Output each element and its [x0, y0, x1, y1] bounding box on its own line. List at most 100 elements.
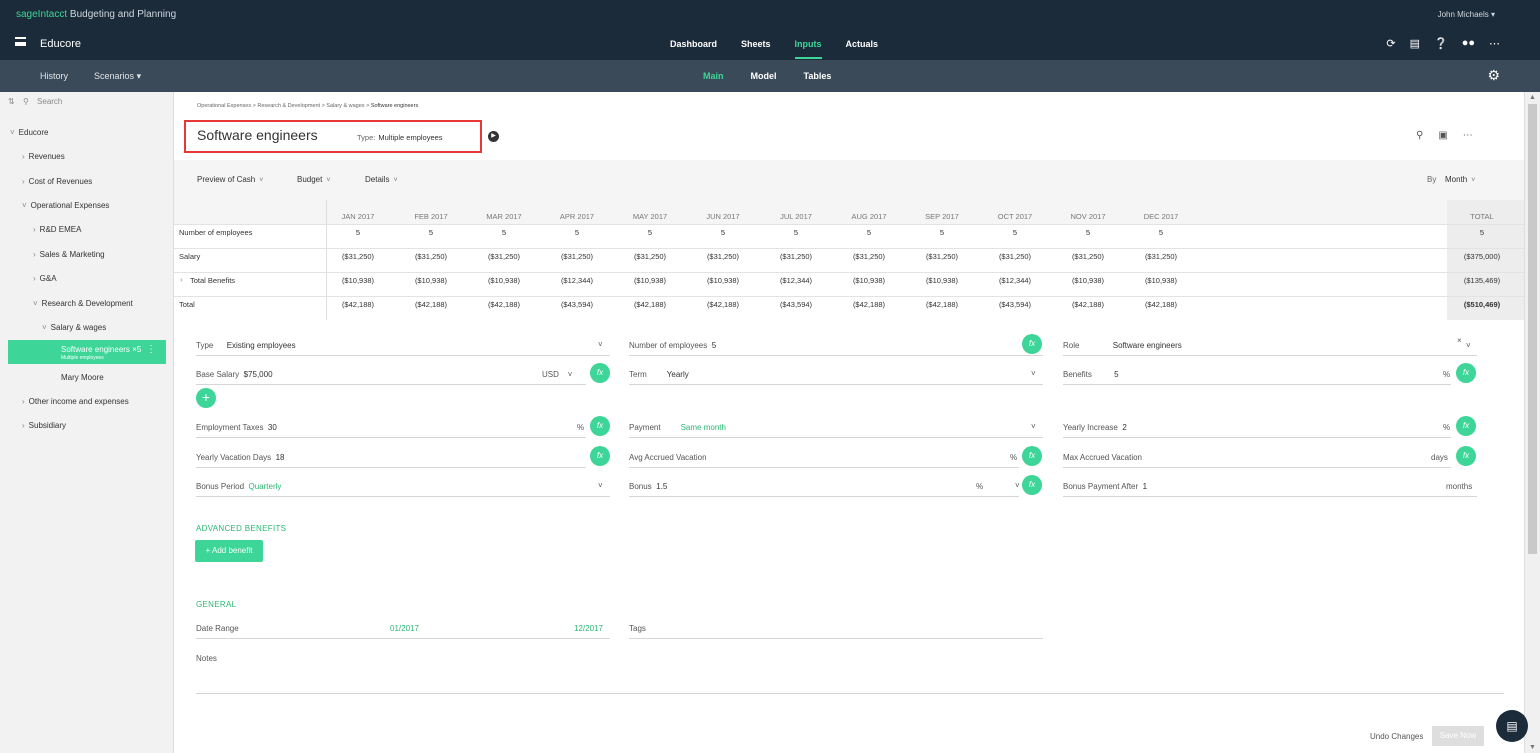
grid-cell[interactable]: ($31,250)	[985, 252, 1045, 261]
sidebar-item-subsidiary[interactable]: › Subsidiary	[22, 421, 66, 430]
sidebar-item-other-income[interactable]: › Other income and expenses	[22, 397, 129, 406]
grid-cell[interactable]: ($31,250)	[474, 252, 534, 261]
sidebar-item-cost-of-revenues[interactable]: › Cost of Revenues	[22, 177, 92, 186]
sidebar-item-salary-wages[interactable]: ˅ Salary & wages	[42, 323, 106, 332]
grid-cell[interactable]: 5	[1058, 228, 1118, 237]
grid-cell[interactable]: ($31,250)	[693, 252, 753, 261]
sync-icon[interactable]: ⟳	[1386, 37, 1395, 50]
max-accrued-vacation-field[interactable]: Max Accrued Vacation	[1063, 453, 1142, 462]
help-icon[interactable]: ❔	[1434, 37, 1448, 50]
benefits-field[interactable]: Benefits 5	[1063, 370, 1119, 379]
formula-button[interactable]: fx	[590, 416, 610, 436]
date-to-input[interactable]: 12/2017	[574, 624, 603, 633]
chevron-down-icon[interactable]: ˅	[598, 481, 603, 490]
grid-cell[interactable]: 5	[401, 228, 461, 237]
grid-cell[interactable]: ($42,188)	[912, 300, 972, 309]
grid-cell[interactable]: ($31,250)	[839, 252, 899, 261]
chevron-down-icon[interactable]: ˅	[1031, 422, 1036, 431]
grid-cell[interactable]: ($43,594)	[766, 300, 826, 309]
grid-cell[interactable]: 5	[839, 228, 899, 237]
tags-field[interactable]: Tags	[629, 624, 646, 633]
formula-button[interactable]: fx	[1022, 334, 1042, 354]
type-field[interactable]: Type Existing employees	[196, 341, 296, 350]
sidebar-item-ga[interactable]: › G&A	[33, 274, 57, 283]
budget-dropdown[interactable]: Budget ˅	[297, 175, 330, 184]
grid-cell[interactable]: ($10,938)	[1131, 276, 1191, 285]
grid-cell[interactable]: ($42,188)	[1058, 300, 1118, 309]
hamburger-menu-icon[interactable]	[15, 37, 26, 46]
grid-cell[interactable]: ($43,594)	[547, 300, 607, 309]
base-salary-field[interactable]: Base Salary $75,000	[196, 370, 273, 379]
chevron-down-icon[interactable]: ˅	[1031, 369, 1036, 378]
num-employees-field[interactable]: Number of employees 5	[629, 341, 716, 350]
sidebar-item-sales-marketing[interactable]: › Sales & Marketing	[33, 250, 105, 259]
grid-cell[interactable]: ($12,344)	[766, 276, 826, 285]
formula-button[interactable]: fx	[1456, 416, 1476, 436]
kebab-menu-icon[interactable]: ⋮	[146, 344, 156, 355]
page-title[interactable]: Software engineers	[197, 127, 318, 143]
formula-button[interactable]: fx	[1022, 446, 1042, 466]
grid-cell[interactable]: ($31,250)	[328, 252, 388, 261]
grid-cell[interactable]: 5	[693, 228, 753, 237]
sidebar-item-software-engineers[interactable]: Software engineers ×5 Multiple employees…	[8, 340, 166, 364]
undo-changes-button[interactable]: Undo Changes	[1370, 732, 1423, 741]
payment-field[interactable]: Payment Same month	[629, 423, 726, 432]
grid-cell[interactable]: ($42,188)	[620, 300, 680, 309]
nav-actuals[interactable]: Actuals	[846, 39, 879, 49]
term-field[interactable]: Term Yearly	[629, 370, 689, 379]
grid-cell[interactable]: 5	[328, 228, 388, 237]
gear-icon[interactable]: ⚙	[1487, 67, 1500, 84]
vacation-days-field[interactable]: Yearly Vacation Days 18	[196, 453, 285, 462]
date-from-input[interactable]: 01/2017	[390, 624, 419, 633]
scrollbar[interactable]: ▲ ▼	[1524, 92, 1540, 753]
grid-cell[interactable]: ($10,938)	[328, 276, 388, 285]
grid-cell[interactable]: ($42,188)	[328, 300, 388, 309]
grid-cell[interactable]: ($31,250)	[620, 252, 680, 261]
avg-accrued-vacation-field[interactable]: Avg Accrued Vacation	[629, 453, 707, 462]
grid-cell[interactable]: ($12,344)	[985, 276, 1045, 285]
chevron-down-icon[interactable]: ˅	[598, 340, 603, 349]
currency-select[interactable]: USD ˅	[542, 370, 572, 379]
nav-dashboard[interactable]: Dashboard	[670, 39, 717, 49]
grid-cell[interactable]: 5	[547, 228, 607, 237]
scroll-up-icon[interactable]: ▲	[1529, 94, 1536, 101]
grid-cell[interactable]: ($10,938)	[620, 276, 680, 285]
sidebar-search[interactable]: ⇅ ⚲ Search	[8, 97, 68, 106]
tab-main[interactable]: Main	[703, 71, 724, 81]
chevron-down-icon[interactable]: ˅	[1015, 481, 1020, 490]
formula-button[interactable]: fx	[1022, 475, 1042, 495]
search-input[interactable]: Search	[37, 97, 62, 106]
grid-cell[interactable]: ($42,188)	[401, 300, 461, 309]
more-icon[interactable]: ⋯	[1463, 130, 1473, 141]
trash-icon[interactable]: ▣	[1438, 130, 1447, 141]
add-benefit-button[interactable]: + Add benefit	[195, 540, 263, 562]
notes-field[interactable]: Notes	[196, 654, 217, 663]
grid-cell[interactable]: 5	[985, 228, 1045, 237]
grid-cell[interactable]: ($42,188)	[839, 300, 899, 309]
clear-icon[interactable]: ×	[1457, 336, 1462, 345]
scroll-down-icon[interactable]: ▼	[1529, 744, 1536, 751]
sidebar-item-operational-expenses[interactable]: ˅ Operational Expenses	[22, 201, 109, 210]
grid-cell[interactable]: ($31,250)	[401, 252, 461, 261]
collapse-icon[interactable]: ⇅	[8, 97, 15, 106]
add-icon[interactable]: +	[196, 388, 216, 408]
grid-cell[interactable]: ($10,938)	[1058, 276, 1118, 285]
sidebar-item-mary-moore[interactable]: Mary Moore	[61, 373, 104, 382]
chat-icon[interactable]: ▤	[1496, 710, 1528, 742]
grid-cell[interactable]: ($10,938)	[474, 276, 534, 285]
sidebar-item-educore[interactable]: ˅ Educore	[10, 128, 48, 137]
tab-model[interactable]: Model	[751, 71, 777, 81]
notifications-icon[interactable]: ▤	[1410, 37, 1420, 50]
row-label[interactable]: Total Benefits	[179, 276, 235, 285]
grid-cell[interactable]: ($31,250)	[1131, 252, 1191, 261]
grid-cell[interactable]: ($31,250)	[766, 252, 826, 261]
sidebar-item-revenues[interactable]: › Revenues	[22, 152, 65, 161]
scrollbar-thumb[interactable]	[1528, 104, 1537, 554]
grid-cell[interactable]: ($42,188)	[693, 300, 753, 309]
preview-dropdown[interactable]: Preview of Cash ˅	[197, 175, 263, 184]
grid-cell[interactable]: ($31,250)	[912, 252, 972, 261]
grid-cell[interactable]: ($42,188)	[474, 300, 534, 309]
play-icon[interactable]: ▶	[488, 131, 499, 142]
bonus-payment-after-field[interactable]: Bonus Payment After 1	[1063, 482, 1147, 491]
details-dropdown[interactable]: Details ˅	[365, 175, 398, 184]
